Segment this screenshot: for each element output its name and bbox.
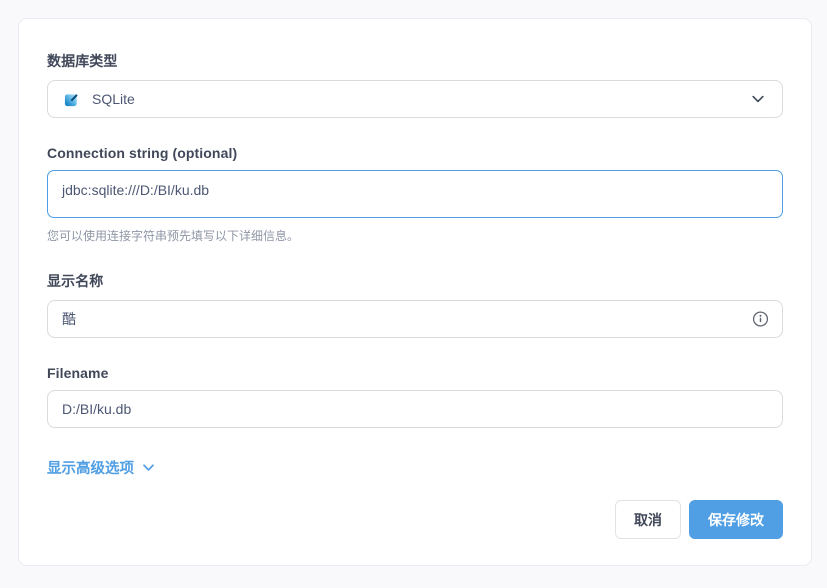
sqlite-icon [64, 92, 79, 107]
display-name-input-wrap [47, 300, 783, 338]
database-type-group: 数据库类型 SQLite [47, 51, 783, 118]
database-settings-card: 数据库类型 SQLite [18, 18, 812, 566]
filename-label: Filename [47, 365, 783, 381]
connection-string-group: Connection string (optional) jdbc:sqlite… [47, 145, 783, 244]
form-footer: 取消 保存修改 [615, 500, 783, 539]
chevron-down-icon [750, 91, 766, 107]
info-icon[interactable] [752, 311, 769, 328]
filename-group: Filename [47, 365, 783, 428]
connection-string-input[interactable]: jdbc:sqlite:///D:/BI/ku.db [47, 170, 783, 218]
database-type-label: 数据库类型 [47, 51, 783, 71]
chevron-down-icon [141, 460, 156, 475]
filename-input[interactable] [47, 390, 783, 428]
display-name-label: 显示名称 [47, 271, 783, 291]
database-type-select[interactable]: SQLite [47, 80, 783, 118]
database-type-selected-value: SQLite [92, 91, 750, 107]
cancel-button[interactable]: 取消 [615, 500, 681, 539]
display-name-input[interactable] [47, 300, 783, 338]
connection-string-label: Connection string (optional) [47, 145, 783, 161]
show-advanced-options-label: 显示高级选项 [47, 457, 134, 478]
save-changes-button[interactable]: 保存修改 [689, 500, 783, 539]
connection-string-helper-text: 您可以使用连接字符串预先填写以下详细信息。 [47, 227, 783, 244]
display-name-group: 显示名称 [47, 271, 783, 338]
show-advanced-options-toggle[interactable]: 显示高级选项 [47, 457, 156, 478]
